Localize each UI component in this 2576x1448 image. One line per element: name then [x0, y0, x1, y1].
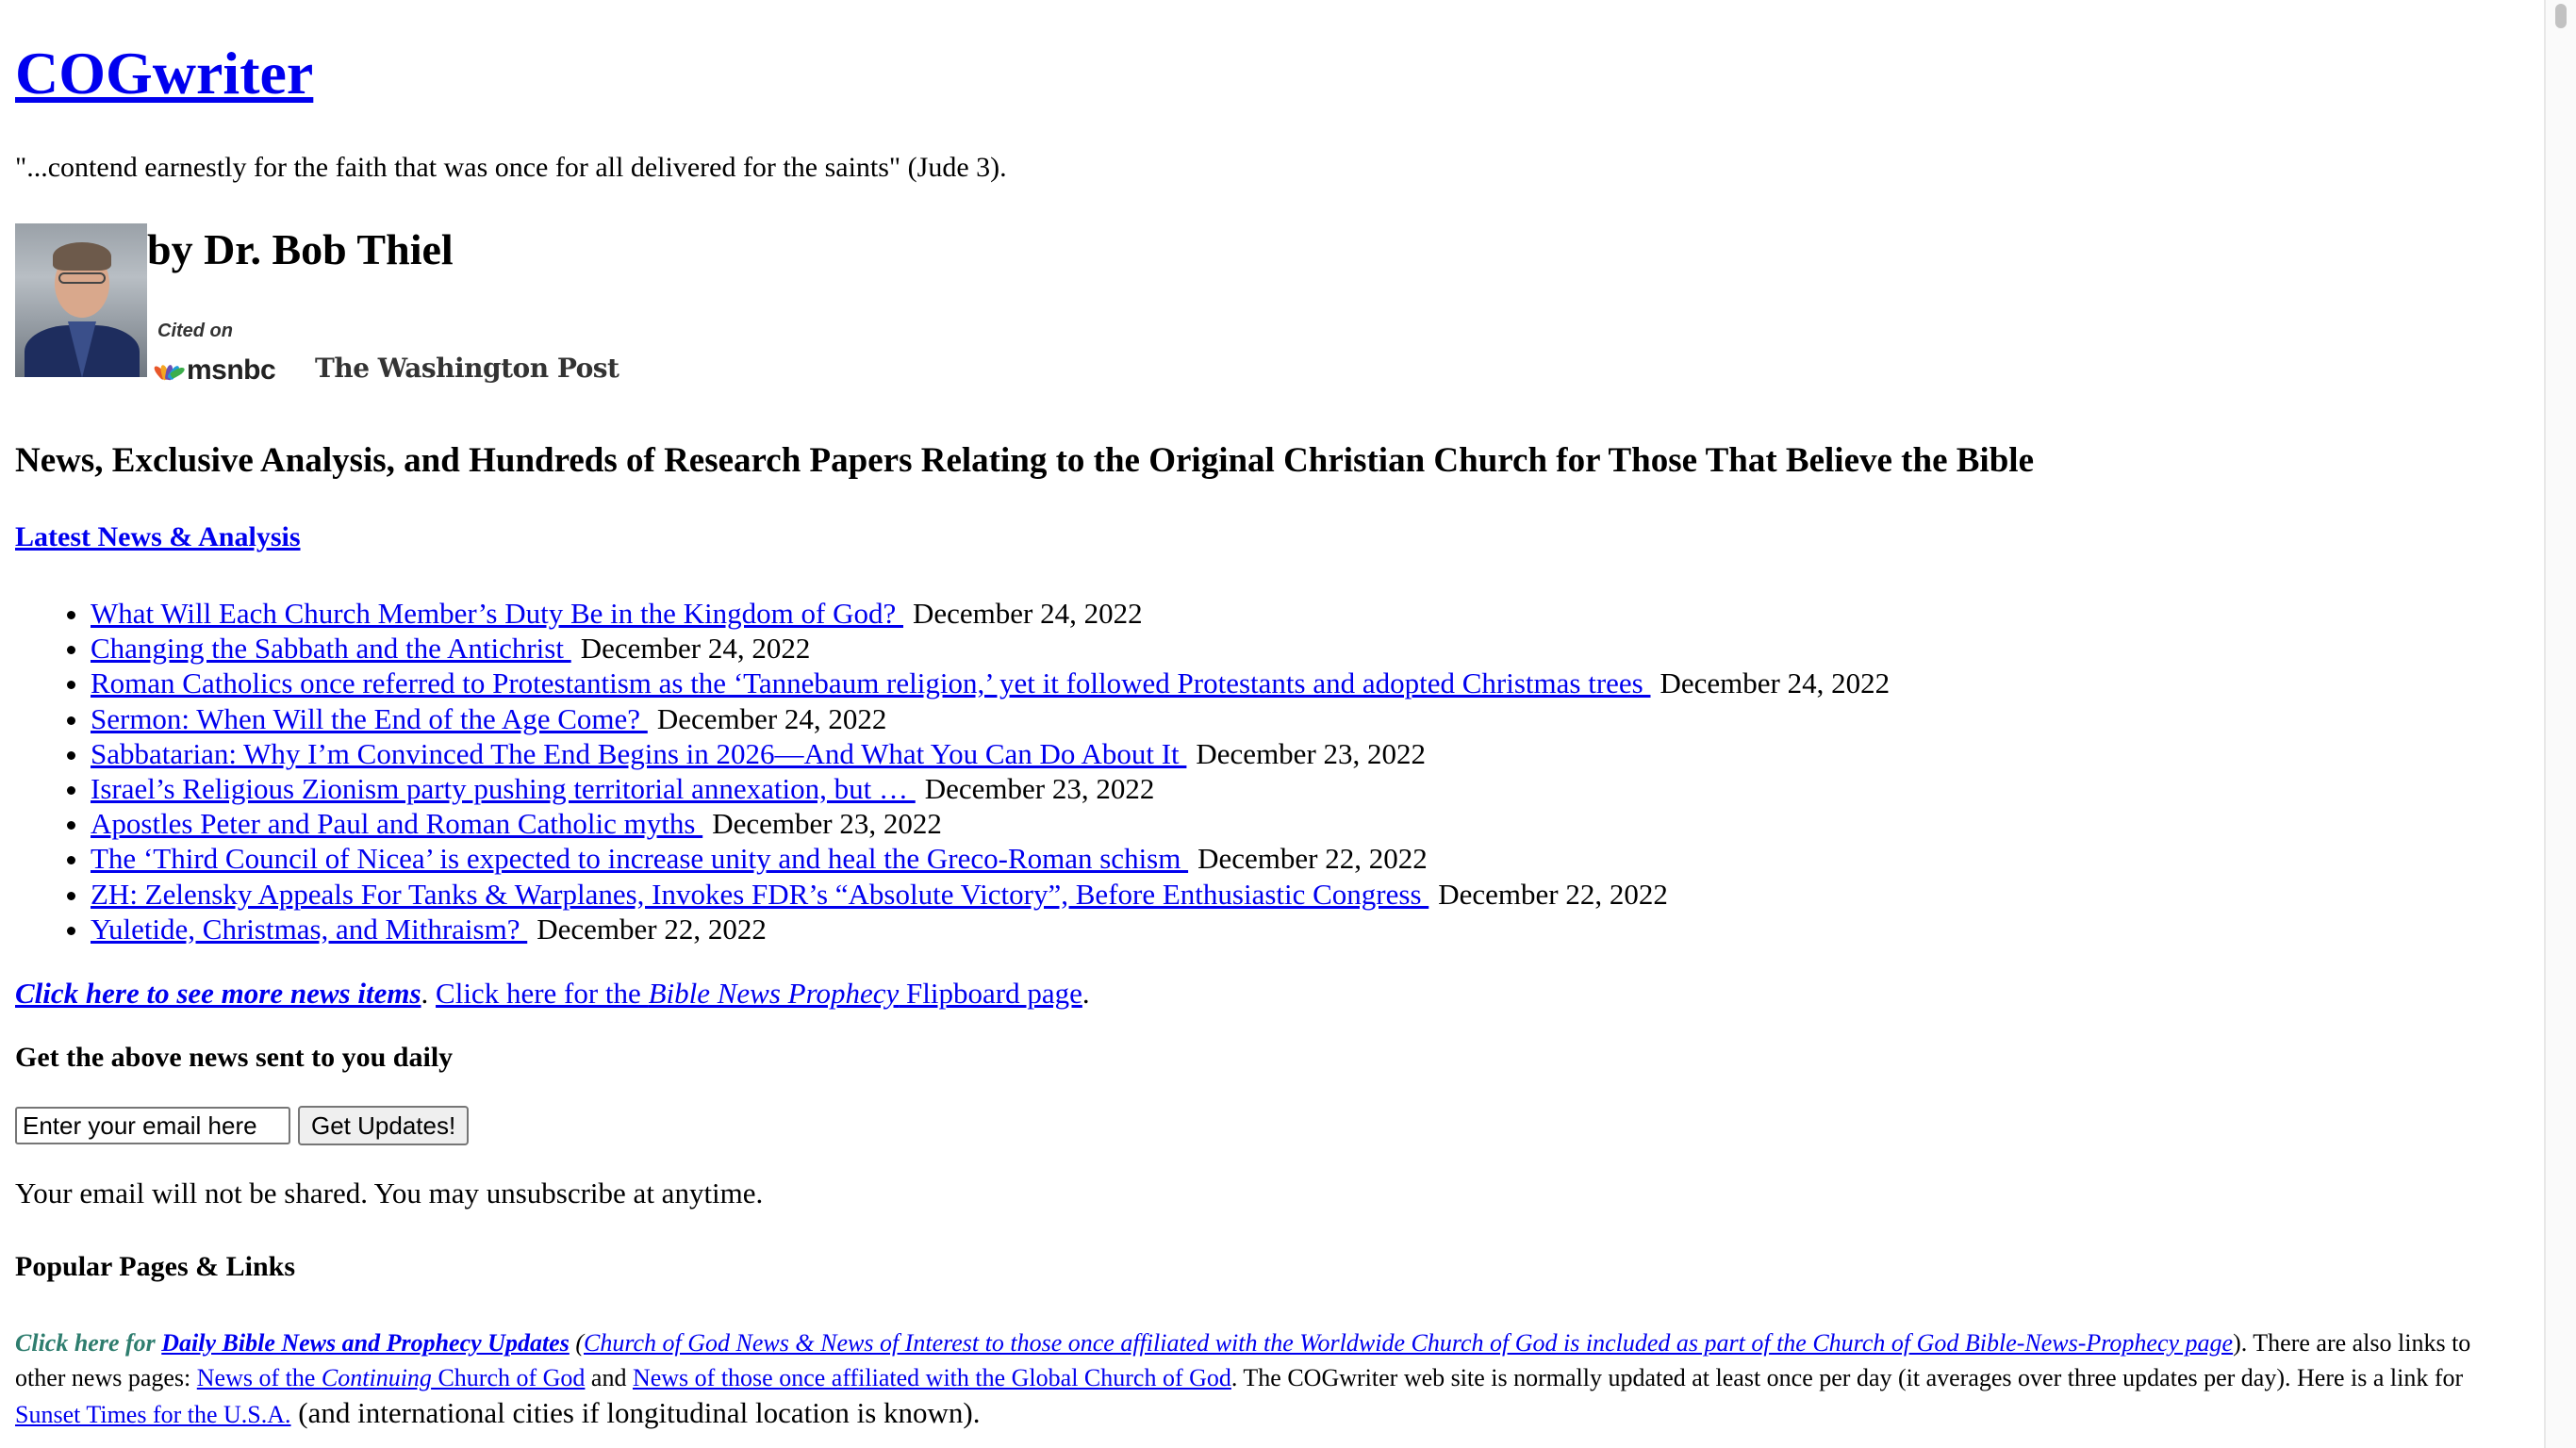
email-input[interactable]	[15, 1107, 290, 1144]
flipboard-link[interactable]: Click here for the Bible News Prophecy F…	[436, 977, 1082, 1010]
popular-heading: Popular Pages & Links	[15, 1251, 295, 1282]
final-text: (and international cities if longitudina…	[290, 1396, 981, 1429]
news-item-date: December 23, 2022	[1196, 736, 1427, 770]
news-item-date: December 24, 2022	[1660, 666, 1891, 700]
news-item-link[interactable]: Changing the Sabbath and the Antichrist	[91, 632, 571, 665]
news-item-date: December 23, 2022	[712, 807, 942, 841]
news-item: Yuletide, Christmas, and Mithraism? Dece…	[91, 912, 1890, 946]
intro-paragraph: Click here for Daily Bible News and Prop…	[15, 1325, 2516, 1432]
news-item-link[interactable]: Yuletide, Christmas, and Mithraism?	[91, 913, 527, 946]
news-item: What Will Each Church Member’s Duty Be i…	[91, 596, 1890, 631]
continuing-prefix: News of the	[196, 1364, 322, 1391]
news-item: Roman Catholics once referred to Protest…	[91, 666, 1890, 700]
news-item-link[interactable]: The ‘Third Council of Nicea’ is expected…	[91, 842, 1188, 875]
news-item-date: December 22, 2022	[1438, 877, 1668, 911]
news-item: Apostles Peter and Paul and Roman Cathol…	[91, 806, 1890, 841]
daily-news-link[interactable]: Daily Bible News and Prophecy Updates	[161, 1329, 570, 1357]
news-item: Changing the Sabbath and the Antichrist …	[91, 631, 1890, 666]
news-item: Sabbatarian: Why I’m Convinced The End B…	[91, 736, 1890, 771]
news-item: Sermon: When Will the End of the Age Com…	[91, 701, 1890, 736]
and-text: and	[585, 1364, 633, 1391]
msnbc-peacock-icon	[152, 361, 187, 381]
news-item-link[interactable]: Sermon: When Will the End of the Age Com…	[91, 702, 648, 735]
news-item-date: December 23, 2022	[924, 772, 1155, 806]
cog-bnp-link[interactable]: Church of God News & News of Interest to…	[584, 1329, 2233, 1357]
news-item: Israel’s Religious Zionism party pushing…	[91, 771, 1890, 806]
author-name: by Dr. Bob Thiel	[147, 225, 454, 273]
news-item-link[interactable]: Roman Catholics once referred to Protest…	[91, 666, 1650, 699]
news-item-date: December 22, 2022	[537, 912, 767, 946]
update-text: . The COGwriter web site is normally upd…	[1230, 1364, 2464, 1391]
cog-bnp-label: Church of God News & News of Interest to…	[584, 1329, 2234, 1357]
news-item-date: December 24, 2022	[913, 597, 1143, 630]
photo-hair	[53, 242, 111, 271]
signup-form: Get Updates!	[15, 1106, 470, 1145]
news-item-link[interactable]: ZH: Zelensky Appeals For Tanks & Warplan…	[91, 878, 1428, 911]
site-headline: News, Exclusive Analysis, and Hundreds o…	[15, 441, 2034, 480]
flipboard-suffix: Flipboard page	[899, 977, 1082, 1010]
sunset-times-link[interactable]: Sunset Times for the U.S.A.	[15, 1401, 291, 1428]
news-item-date: December 24, 2022	[580, 632, 811, 666]
news-item: The ‘Third Council of Nicea’ is expected…	[91, 841, 1890, 876]
continuing-suffix: Church of God	[431, 1364, 586, 1391]
global-news-link[interactable]: News of those once affiliated with the G…	[633, 1364, 1231, 1391]
news-item: ZH: Zelensky Appeals For Tanks & Warplan…	[91, 877, 1890, 912]
paren-open: (	[569, 1329, 585, 1357]
daily-news-label: Daily Bible News and Prophecy Updates	[161, 1329, 570, 1357]
news-item-link[interactable]: Apostles Peter and Paul and Roman Cathol…	[91, 807, 702, 840]
scrollbar-thumb[interactable]	[2555, 4, 2567, 28]
news-item-date: December 22, 2022	[1197, 842, 1428, 876]
photo-glasses	[58, 272, 106, 284]
msnbc-logo: msnbc	[152, 354, 276, 387]
news-item-date: December 24, 2022	[656, 701, 887, 735]
continuing-em: Continuing	[321, 1364, 432, 1391]
more-sep: .	[421, 977, 437, 1010]
more-news-link[interactable]: Click here to see more news items	[15, 977, 421, 1010]
news-item-link[interactable]: What Will Each Church Member’s Duty Be i…	[91, 597, 903, 630]
latest-news-link[interactable]: Latest News & Analysis	[15, 518, 301, 556]
tagline: "...contend earnestly for the faith that…	[15, 152, 1007, 183]
continuing-news-link[interactable]: News of the Continuing Church of God	[197, 1364, 586, 1391]
more-news-line: Click here to see more news items. Click…	[15, 975, 1090, 1012]
author-photo	[15, 223, 147, 377]
more-news-label: Click here to see more news items	[15, 977, 421, 1010]
flipboard-em: Bible News Prophecy	[648, 977, 900, 1010]
vertical-scrollbar[interactable]	[2544, 0, 2576, 1448]
cited-on-label: Cited on	[157, 321, 233, 341]
flipboard-prefix: Click here for the	[436, 977, 649, 1010]
privacy-note: Your email will not be shared. You may u…	[15, 1176, 764, 1209]
news-item-link[interactable]: Sabbatarian: Why I’m Convinced The End B…	[91, 737, 1186, 770]
site-title-link[interactable]: COGwriter	[15, 40, 313, 107]
get-updates-button[interactable]: Get Updates!	[298, 1106, 470, 1145]
news-item-link[interactable]: Israel’s Religious Zionism party pushing…	[91, 772, 916, 805]
more-end: .	[1082, 977, 1090, 1010]
msnbc-wordmark: msnbc	[187, 354, 276, 386]
site-title: COGwriter	[15, 36, 313, 111]
news-list: What Will Each Church Member’s Duty Be i…	[15, 596, 1890, 946]
intro-lead: Click here for	[15, 1329, 162, 1357]
washington-post-logo: The Washington Post	[315, 353, 619, 384]
signup-heading: Get the above news sent to you daily	[15, 1042, 454, 1073]
